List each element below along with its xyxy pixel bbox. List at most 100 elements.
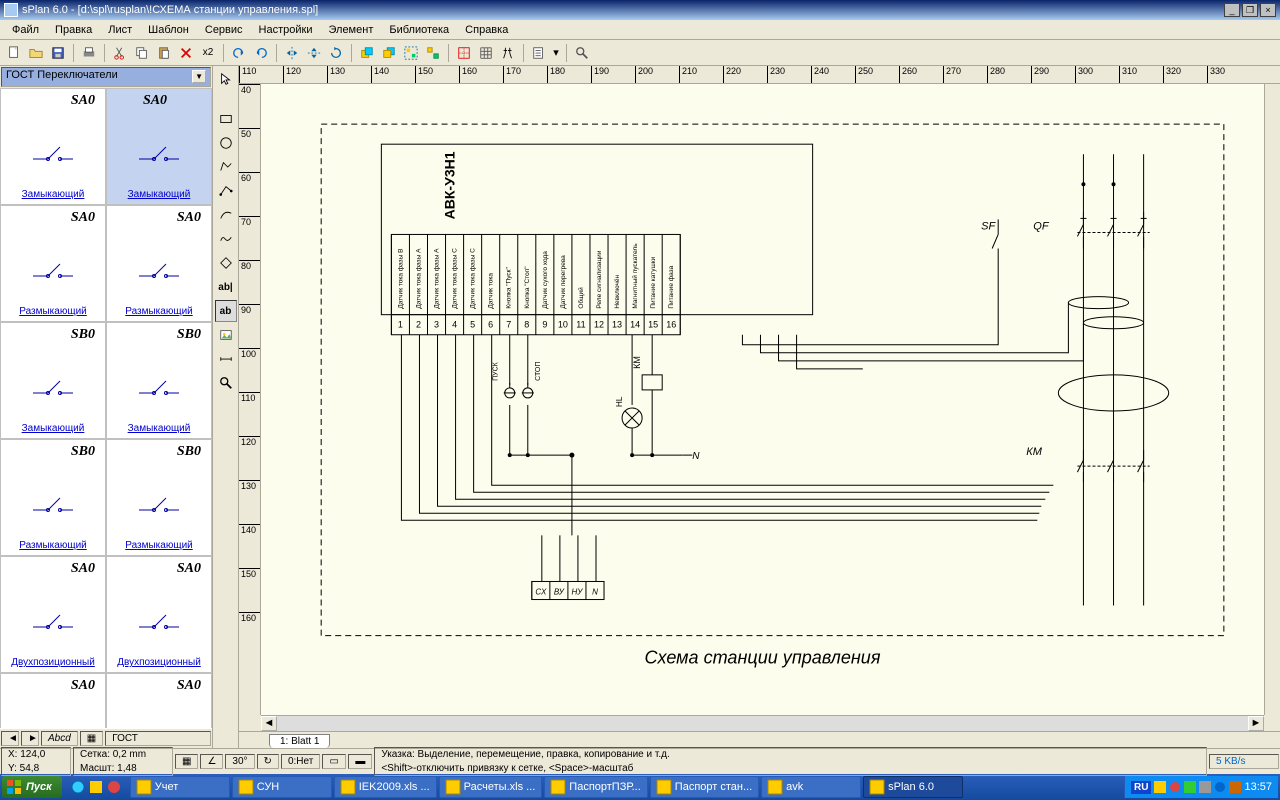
- taskbar-task[interactable]: Паспорт стан...: [650, 776, 759, 798]
- paste-button[interactable]: [154, 43, 174, 63]
- library-cell[interactable]: SA0: [106, 673, 212, 728]
- taskbar-task[interactable]: avk: [761, 776, 861, 798]
- delete-button[interactable]: [176, 43, 196, 63]
- list-dropdown[interactable]: ▾: [551, 43, 561, 63]
- language-indicator[interactable]: RU: [1131, 781, 1151, 794]
- taskbar-task[interactable]: sPlan 6.0: [863, 776, 963, 798]
- zoom-tool-button[interactable]: [572, 43, 592, 63]
- tab-sheet1[interactable]: 1: Blatt 1: [269, 734, 330, 748]
- minimize-button[interactable]: _: [1224, 3, 1240, 17]
- status-color2[interactable]: ▬: [348, 754, 372, 769]
- start-button[interactable]: Пуск: [2, 776, 62, 798]
- clock[interactable]: 13:57: [1244, 781, 1272, 793]
- tray-icon[interactable]: [1184, 781, 1196, 793]
- menu-правка[interactable]: Правка: [47, 22, 100, 38]
- back-button[interactable]: [379, 43, 399, 63]
- library-cell[interactable]: SA0 Размыкающий: [0, 205, 106, 322]
- mirror-h-button[interactable]: [282, 43, 302, 63]
- menu-лист[interactable]: Лист: [100, 22, 140, 38]
- library-cell[interactable]: SB0 Размыкающий: [106, 439, 212, 556]
- library-cell[interactable]: SA0 Двухпозиционный: [0, 556, 106, 673]
- image-tool[interactable]: [215, 324, 237, 346]
- library-cell[interactable]: SA0 Двухпозиционный: [106, 556, 212, 673]
- taskbar-task[interactable]: ПаспортПЗР...: [544, 776, 648, 798]
- svg-text:Датчик тока фазы А: Датчик тока фазы А: [415, 248, 422, 309]
- lib-next[interactable]: ►: [21, 731, 39, 746]
- undo-button[interactable]: [229, 43, 249, 63]
- print-button[interactable]: [79, 43, 99, 63]
- taskbar-task[interactable]: IEK2009.xls ...: [334, 776, 437, 798]
- lib-prev[interactable]: ◄: [1, 731, 19, 746]
- lib-abcd[interactable]: Abcd: [41, 731, 78, 746]
- tray-icon[interactable]: [1154, 781, 1166, 793]
- status-speed: 5 KB/s: [1209, 754, 1279, 769]
- app-icon[interactable]: [88, 779, 104, 795]
- menu-библиотека[interactable]: Библиотека: [381, 22, 457, 38]
- menu-шаблон[interactable]: Шаблон: [140, 22, 197, 38]
- label-tool[interactable]: ab: [215, 300, 237, 322]
- library-cell[interactable]: SA0 Замыкающий: [106, 88, 212, 205]
- horizontal-scrollbar[interactable]: ◄ ►: [261, 715, 1264, 731]
- tray-icon[interactable]: [1169, 781, 1181, 793]
- taskbar-task[interactable]: СУН: [232, 776, 332, 798]
- zoom-tool[interactable]: [215, 372, 237, 394]
- maximize-button[interactable]: ❐: [1242, 3, 1258, 17]
- library-cell[interactable]: SB0 Размыкающий: [0, 439, 106, 556]
- list-button[interactable]: [529, 43, 549, 63]
- rotate-button[interactable]: [326, 43, 346, 63]
- library-selector[interactable]: ГОСТ Переключатели: [1, 67, 211, 87]
- menu-сервис[interactable]: Сервис: [197, 22, 251, 38]
- library-cell[interactable]: SA0 Размыкающий: [106, 205, 212, 322]
- rect-tool[interactable]: [215, 108, 237, 130]
- text-tool[interactable]: ab|: [215, 276, 237, 298]
- cut-button[interactable]: [110, 43, 130, 63]
- copy-button[interactable]: [132, 43, 152, 63]
- vertical-scrollbar[interactable]: [1264, 84, 1280, 715]
- mirror-v-button[interactable]: [304, 43, 324, 63]
- menu-справка[interactable]: Справка: [457, 22, 516, 38]
- library-cell[interactable]: SB0 Замыкающий: [0, 322, 106, 439]
- drawing-canvas[interactable]: АВК-У3Н1 1Датчик тока фазы В2Датчик тока…: [261, 84, 1264, 715]
- find-button[interactable]: [498, 43, 518, 63]
- poly-tool[interactable]: [215, 156, 237, 178]
- canvas-area: 1101201301401501601701801902002102202302…: [239, 66, 1280, 748]
- freehand-tool[interactable]: [215, 228, 237, 250]
- lib-icon[interactable]: ▦: [80, 731, 103, 746]
- group-button[interactable]: [401, 43, 421, 63]
- shape-tool[interactable]: [215, 252, 237, 274]
- menu-элемент[interactable]: Элемент: [320, 22, 381, 38]
- duplicate-button[interactable]: x2: [198, 43, 218, 63]
- save-button[interactable]: [48, 43, 68, 63]
- menu-файл[interactable]: Файл: [4, 22, 47, 38]
- system-tray: RU 13:57: [1124, 776, 1278, 798]
- status-rot-btn[interactable]: ↻: [257, 754, 279, 769]
- status-grid-btn[interactable]: ▦: [175, 754, 198, 769]
- menu-настройки[interactable]: Настройки: [251, 22, 321, 38]
- pointer-tool[interactable]: [215, 68, 237, 90]
- dimension-tool[interactable]: [215, 348, 237, 370]
- library-cell[interactable]: SA0: [0, 673, 106, 728]
- tray-icon[interactable]: [1214, 781, 1226, 793]
- ungroup-button[interactable]: [423, 43, 443, 63]
- svg-text:9: 9: [542, 320, 547, 330]
- tray-icon[interactable]: [1229, 781, 1241, 793]
- ie-icon[interactable]: [70, 779, 86, 795]
- grid-button[interactable]: [476, 43, 496, 63]
- library-cell[interactable]: SA0 Замыкающий: [0, 88, 106, 205]
- redo-button[interactable]: [251, 43, 271, 63]
- snap-button[interactable]: [454, 43, 474, 63]
- tray-icon[interactable]: [1199, 781, 1211, 793]
- circle-tool[interactable]: [215, 132, 237, 154]
- new-button[interactable]: [4, 43, 24, 63]
- status-color1[interactable]: ▭: [322, 754, 346, 769]
- status-angle-btn[interactable]: ∠: [200, 754, 223, 769]
- app2-icon[interactable]: [106, 779, 122, 795]
- open-button[interactable]: [26, 43, 46, 63]
- taskbar-task[interactable]: Учет: [130, 776, 230, 798]
- curve-tool[interactable]: [215, 204, 237, 226]
- library-cell[interactable]: SB0 Замыкающий: [106, 322, 212, 439]
- taskbar-task[interactable]: Расчеты.xls ...: [439, 776, 543, 798]
- close-button[interactable]: ×: [1260, 3, 1276, 17]
- line-tool[interactable]: [215, 180, 237, 202]
- front-button[interactable]: [357, 43, 377, 63]
